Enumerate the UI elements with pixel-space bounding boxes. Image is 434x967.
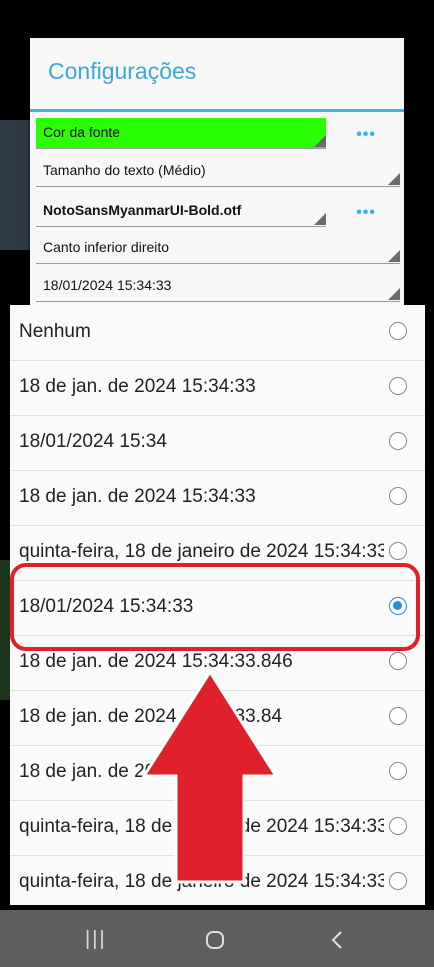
font-file-label: NotoSansMyanmarUI-Bold.otf [43,202,242,218]
text-size-label: Tamanho do texto (Médio) [43,162,206,178]
font-color-row: Cor da fonte ••• [30,118,404,156]
font-color-label: Cor da fonte [43,124,121,140]
radio-button[interactable] [389,707,407,725]
settings-dialog: Configurações Cor da fonte ••• Tamanho d… [30,38,404,328]
position-spinner[interactable]: Canto inferior direito [36,233,400,264]
date-format-label: 18/01/2024 15:34:33 [43,277,172,293]
home-icon[interactable] [205,930,225,950]
radio-button[interactable] [389,542,407,560]
option-label: Nenhum [19,321,91,342]
dialog-title: Configurações [48,58,197,84]
spinner-arrow-icon [388,250,400,262]
radio-button[interactable] [389,432,407,450]
recents-icon[interactable]: ||| [85,928,107,951]
font-file-more-button[interactable]: ••• [356,204,376,222]
title-divider [30,109,404,112]
list-item[interactable]: 18 de jan. de 2024 15:34:33 [10,360,425,416]
font-file-spinner[interactable]: NotoSansMyanmarUI-Bold.otf [36,196,326,227]
radio-button[interactable] [389,322,407,340]
radio-button[interactable] [389,762,407,780]
font-file-row: NotoSansMyanmarUI-Bold.otf ••• [30,196,404,234]
background-app-fragment [0,120,30,250]
system-navigation-bar: ||| [0,910,434,967]
option-label: 18 de jan. de 2024 15:34:33 [19,376,256,397]
annotation-highlight-box [10,563,420,651]
radio-button[interactable] [389,817,407,835]
option-label: 18 de jan. de 2024 15:34:33 [19,486,256,507]
list-item[interactable]: 18 de jan. de 2024 15:34:33 [10,470,425,526]
font-color-spinner[interactable]: Cor da fonte [36,118,326,149]
date-format-spinner[interactable]: 18/01/2024 15:34:33 [36,271,400,302]
spinner-arrow-icon [388,288,400,300]
radio-button[interactable] [389,652,407,670]
option-label: 18/01/2024 15:34 [19,431,167,452]
font-color-more-button[interactable]: ••• [356,126,376,144]
radio-button[interactable] [389,377,407,395]
annotation-arrow-icon [141,669,279,884]
spinner-arrow-icon [314,213,326,225]
option-label: quinta-feira, 18 de janeiro de 2024 15:3… [19,541,384,562]
date-format-row: 18/01/2024 15:34:33 [30,271,404,309]
spinner-arrow-icon [314,135,326,147]
back-icon[interactable] [330,930,344,950]
text-size-spinner[interactable]: Tamanho do texto (Médio) [36,156,400,187]
radio-button[interactable] [389,487,407,505]
list-item[interactable]: Nenhum [10,305,425,361]
radio-button[interactable] [389,872,407,890]
position-label: Canto inferior direito [43,239,170,255]
position-row: Canto inferior direito [30,233,404,271]
list-item[interactable]: 18/01/2024 15:34 [10,415,425,471]
spinner-arrow-icon [388,173,400,185]
text-size-row: Tamanho do texto (Médio) [30,156,404,194]
